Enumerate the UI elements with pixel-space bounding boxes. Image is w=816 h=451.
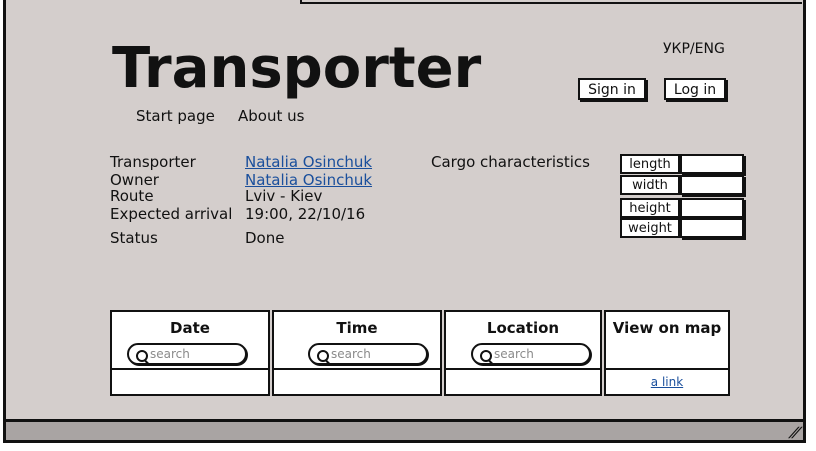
cargo-height-row: height [620, 198, 744, 218]
map-header: View on map [612, 319, 722, 337]
status-bar: // [3, 419, 806, 443]
cargo-length-input[interactable] [680, 154, 744, 174]
status-value: Done [245, 229, 285, 247]
time-header: Time [336, 319, 378, 337]
row-divider [274, 368, 440, 370]
tracking-table: Date search Time search Location search … [110, 310, 730, 396]
sign-in-button[interactable]: Sign in [578, 78, 646, 100]
location-column: Location search [444, 310, 602, 396]
cargo-height-input[interactable] [680, 198, 744, 218]
row-divider [446, 368, 600, 370]
cargo-width-label: width [620, 175, 680, 195]
cargo-width-row: width [620, 175, 744, 195]
transporter-link[interactable]: Natalia Osinchuk [245, 154, 372, 171]
map-link[interactable]: a link [606, 375, 728, 389]
cargo-width-input[interactable] [680, 175, 744, 195]
cargo-length-label: length [620, 154, 680, 174]
location-header: Location [486, 319, 560, 337]
time-search-input[interactable]: search [308, 343, 428, 365]
window-top-strip [300, 0, 802, 4]
app-title: Transporter [112, 36, 482, 101]
search-icon [317, 350, 329, 362]
cargo-weight-row: weight [620, 218, 744, 238]
cargo-weight-label: weight [620, 218, 680, 238]
date-search-input[interactable]: search [127, 343, 247, 365]
search-icon [136, 350, 148, 362]
resize-grip-icon[interactable]: // [786, 425, 801, 441]
arrival-value: 19:00, 22/10/16 [245, 205, 366, 223]
cargo-title: Cargo characteristics [431, 153, 590, 171]
map-column: View on map a link [604, 310, 730, 396]
route-value: Lviv - Kiev [245, 187, 323, 205]
row-divider [112, 368, 268, 370]
nav-start-page[interactable]: Start page [136, 107, 215, 125]
cargo-length-row: length [620, 154, 744, 174]
time-search-placeholder: search [331, 347, 371, 361]
route-label: Route [110, 187, 154, 205]
status-label: Status [110, 229, 158, 247]
cargo-weight-input[interactable] [680, 218, 744, 238]
location-search-input[interactable]: search [471, 343, 591, 365]
search-icon [480, 350, 492, 362]
language-toggle[interactable]: УКР/ENG [663, 41, 725, 57]
time-column: Time search [272, 310, 442, 396]
nav-about-us[interactable]: About us [238, 107, 304, 125]
transporter-label: Transporter [110, 153, 196, 171]
location-search-placeholder: search [494, 347, 534, 361]
row-divider [606, 368, 728, 370]
log-in-button[interactable]: Log in [664, 78, 726, 100]
date-header: Date [170, 319, 210, 337]
date-column: Date search [110, 310, 270, 396]
cargo-height-label: height [620, 198, 680, 218]
arrival-label: Expected arrival [110, 205, 233, 223]
date-search-placeholder: search [150, 347, 190, 361]
